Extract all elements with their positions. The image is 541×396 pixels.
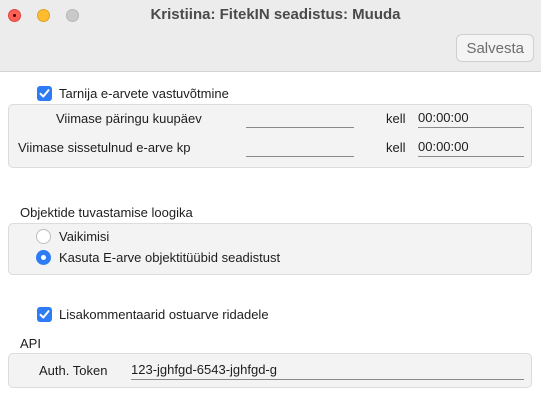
- radio-default[interactable]: [36, 229, 51, 244]
- last-received-time-label: kell: [386, 140, 406, 155]
- last-received-date-field[interactable]: [246, 139, 354, 157]
- radio-use-einvoice-object-types-label: Kasuta E-arve objektitüübid seadistust: [59, 250, 281, 265]
- object-logic-heading: Objektide tuvastamise loogika: [20, 205, 193, 220]
- einvoice-panel: Viimase päringu kuupäev kell 00:00:00 Vi…: [8, 104, 532, 168]
- einvoice-enable-checkbox[interactable]: [37, 86, 52, 101]
- object-logic-panel: Vaikimisi Kasuta E-arve objektitüübid se…: [8, 223, 532, 275]
- save-button[interactable]: Salvesta: [456, 34, 534, 62]
- window-title: Kristiina: FitekIN seadistus: Muuda: [150, 6, 401, 23]
- radio-default-label: Vaikimisi: [59, 229, 110, 244]
- api-panel: Auth. Token 123-jghfgd-6543-jghfgd-g: [8, 353, 532, 388]
- last-received-time-field[interactable]: 00:00:00: [418, 139, 524, 157]
- api-heading: API: [20, 336, 41, 351]
- auth-token-label: Auth. Token: [39, 363, 108, 378]
- einvoice-enable-label: Tarnija e-arvete vastuvõtmine: [59, 86, 229, 101]
- radio-use-einvoice-object-types[interactable]: [36, 250, 51, 265]
- last-query-date-label: Viimase päringu kuupäev: [56, 111, 202, 126]
- auth-token-field[interactable]: 123-jghfgd-6543-jghfgd-g: [131, 362, 524, 380]
- comments-checkbox[interactable]: [37, 307, 52, 322]
- window-titlebar: Kristiina: FitekIN seadistus: Muuda Salv…: [0, 0, 541, 72]
- last-query-time-label: kell: [386, 111, 406, 126]
- last-query-time-field[interactable]: 00:00:00: [418, 110, 524, 128]
- checkmark-icon: [39, 89, 50, 98]
- checkmark-icon: [39, 310, 50, 319]
- last-query-date-field[interactable]: [246, 110, 354, 128]
- last-received-date-label: Viimase sissetulnud e-arve kp: [18, 140, 191, 155]
- comments-label: Lisakommentaarid ostuarve ridadele: [59, 307, 269, 322]
